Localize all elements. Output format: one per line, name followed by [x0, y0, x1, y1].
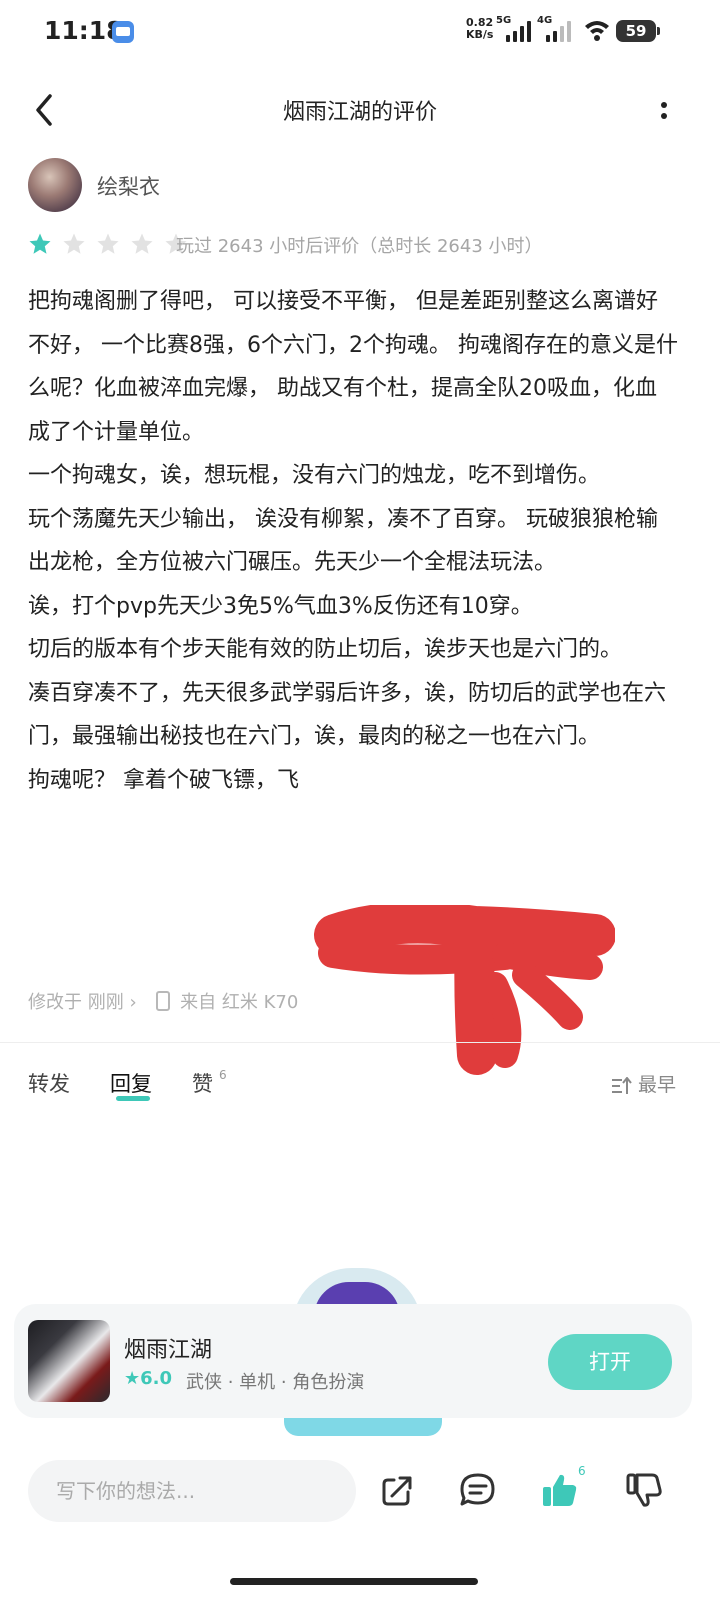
comment-icon[interactable] — [458, 1470, 498, 1510]
tab-like[interactable]: 赞6 — [192, 1068, 227, 1098]
notification-app-icon — [112, 21, 134, 43]
game-tags: 武侠 · 单机 · 角色扮演 — [186, 1372, 365, 1393]
sort-button[interactable]: 最早 — [611, 1070, 676, 1097]
game-cover-image — [28, 1320, 110, 1402]
wifi-icon — [585, 21, 609, 41]
page-title: 烟雨江湖的评价 — [282, 100, 437, 125]
star-empty-icon — [131, 233, 153, 254]
signal-icon — [504, 20, 532, 42]
avatar[interactable] — [28, 158, 82, 212]
tab-reply[interactable]: 回复 — [110, 1068, 152, 1101]
like-count: 6 — [219, 1068, 227, 1082]
thumbs-down-icon[interactable] — [624, 1470, 664, 1510]
network-speed-unit: KB/s — [466, 28, 494, 41]
game-name: 烟雨江湖 — [124, 1338, 213, 1363]
page-header: 烟雨江湖的评价 — [0, 80, 720, 140]
device-source: 来自 红米 K70 — [180, 992, 299, 1013]
modified-time[interactable]: 修改于 刚刚 › — [28, 992, 137, 1013]
thumbs-up-icon[interactable] — [540, 1470, 580, 1510]
review-paragraph: 切后的版本有个步天能有效的防止切后，诶步天也是六门的。 — [28, 637, 623, 662]
signal-icon — [544, 20, 572, 42]
star-icon: ★ — [124, 1368, 141, 1389]
review-paragraph: 诶，打个pvp先天少3免5%气血3%反伤还有10穿。 — [28, 593, 533, 619]
game-score-value: 6.0 — [140, 1368, 173, 1389]
review-meta: 修改于 刚刚 › 来自 红米 K70 — [28, 988, 298, 1014]
star-filled-icon — [29, 233, 51, 254]
tab-reply-label: 回复 — [110, 1072, 152, 1096]
bottom-bar: 6 — [0, 1440, 720, 1550]
comment-input[interactable] — [28, 1460, 356, 1522]
home-indicator[interactable] — [230, 1578, 478, 1585]
active-tab-indicator — [116, 1096, 150, 1101]
review-paragraph: 凑百穿凑不了，先天很多武学弱后许多，诶，防切后的武学也在六门，最强输出秘技也在六… — [28, 680, 667, 750]
more-options-icon[interactable] — [652, 92, 676, 128]
playtime-text: 玩过 2643 小时后评价（总时长 2643 小时） — [176, 236, 543, 257]
review-paragraph: 一个拘魂女，诶，想玩棍，没有六门的烛龙，吃不到增伤。 — [28, 463, 601, 488]
review-paragraph: 把拘魂阁删了得吧， 可以接受不平衡， 但是差距别整这么离谱好不好， 一个比赛8强… — [28, 289, 678, 445]
divider — [0, 1042, 720, 1043]
review-paragraph: 玩个荡魔先天少输出， 诶没有柳絮，凑不了百穿。 玩破狼狼枪输出龙枪，全方位被六门… — [28, 506, 658, 576]
game-card[interactable]: 烟雨江湖 ★6.0 武侠 · 单机 · 角色扮演 打开 — [14, 1304, 692, 1418]
review-body: 把拘魂阁删了得吧， 可以接受不平衡， 但是差距别整这么离谱好不好， 一个比赛8强… — [28, 280, 678, 802]
open-game-button[interactable]: 打开 — [548, 1334, 672, 1390]
game-score: ★6.0 — [124, 1368, 172, 1389]
rating-stars — [28, 232, 193, 258]
bottom-like-count: 6 — [578, 1464, 586, 1478]
star-empty-icon — [63, 233, 85, 254]
red-scribble-redaction — [314, 905, 615, 1075]
share-icon[interactable] — [378, 1470, 418, 1510]
battery-indicator: 59 — [616, 20, 660, 42]
tab-like-label: 赞 — [192, 1072, 213, 1096]
sort-icon — [611, 1076, 632, 1094]
sort-label: 最早 — [637, 1074, 676, 1096]
phone-icon — [156, 991, 171, 1011]
status-bar: 11:18 0.82 KB/s 5G 4G 59 — [0, 0, 720, 66]
author-name[interactable]: 绘梨衣 — [97, 171, 160, 201]
network-speed: 0.82 KB/s — [466, 17, 493, 41]
tab-forward[interactable]: 转发 — [28, 1068, 70, 1098]
review-paragraph: 拘魂呢？ 拿着个破飞镖，飞 — [28, 767, 299, 793]
star-empty-icon — [97, 233, 119, 254]
